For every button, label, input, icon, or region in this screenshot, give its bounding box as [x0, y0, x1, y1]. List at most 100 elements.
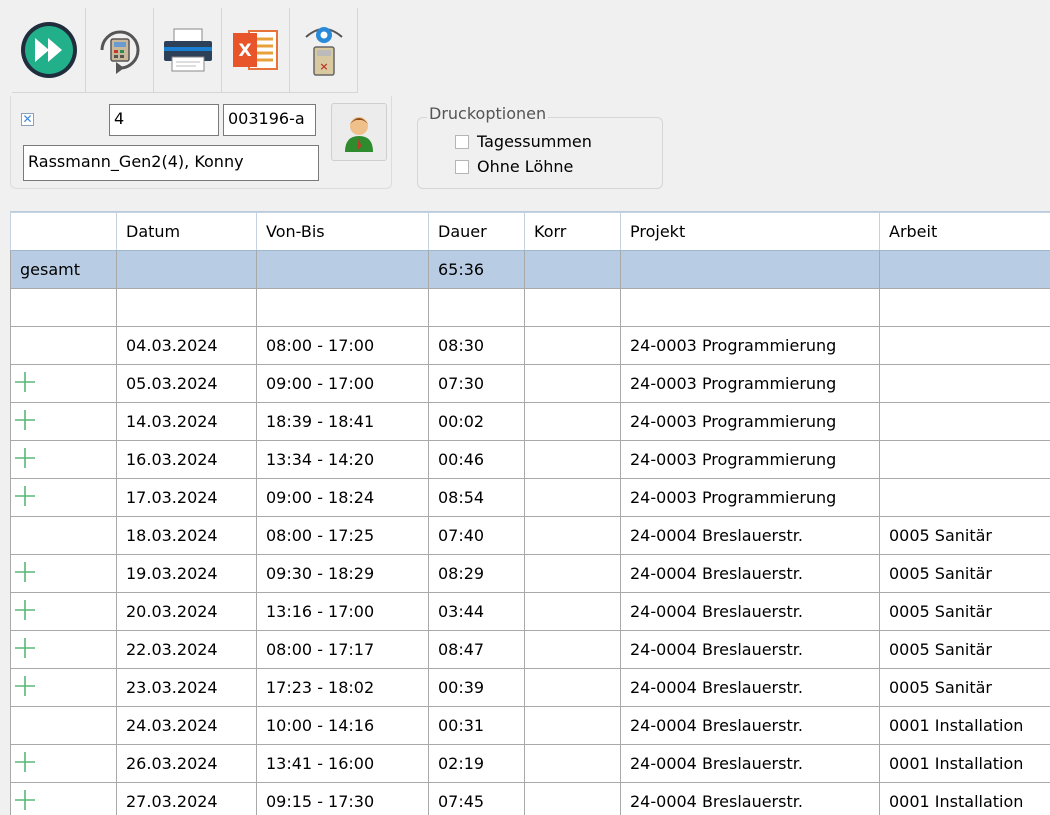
- table-row[interactable]: 04.03.202408:00 - 17:0008:3024-0003 Prog…: [11, 327, 1050, 365]
- cell-datum: 17.03.2024: [117, 479, 257, 517]
- employee-field[interactable]: Rassmann_Gen2(4), Konny: [23, 145, 319, 181]
- column-header-datum[interactable]: Datum: [117, 213, 257, 251]
- plus-icon[interactable]: [14, 789, 36, 811]
- print-button[interactable]: [154, 8, 222, 93]
- cell-von-bis: 17:23 - 18:02: [257, 669, 429, 707]
- table-cell: [621, 289, 880, 327]
- cell-datum: 16.03.2024: [117, 441, 257, 479]
- cell-von-bis: 09:00 - 18:24: [257, 479, 429, 517]
- cell-korr: [525, 783, 621, 815]
- cell-projekt: 24-0003 Programmierung: [621, 479, 880, 517]
- column-header-projekt[interactable]: Projekt: [621, 213, 880, 251]
- table-row[interactable]: 18.03.202408:00 - 17:2507:4024-0004 Bres…: [11, 517, 1050, 555]
- plus-icon[interactable]: [14, 675, 36, 697]
- cell-projekt: 24-0004 Breslauerstr.: [621, 783, 880, 815]
- daily-totals-option[interactable]: Tagessummen: [455, 132, 592, 151]
- total-label: gesamt: [11, 251, 117, 289]
- plus-icon[interactable]: [14, 637, 36, 659]
- cell-datum: 19.03.2024: [117, 555, 257, 593]
- recalculate-button[interactable]: [86, 8, 154, 93]
- time-entries-grid[interactable]: Datum Von-Bis Dauer Korr Projekt Arbeit …: [10, 211, 1050, 815]
- cell-projekt: 24-0003 Programmierung: [621, 441, 880, 479]
- plus-icon[interactable]: [14, 561, 36, 583]
- table-cell: [11, 289, 117, 327]
- filter-checkbox[interactable]: ✕: [21, 113, 34, 126]
- cell-korr: [525, 517, 621, 555]
- plus-icon[interactable]: [14, 599, 36, 621]
- cell-dauer: 07:45: [429, 783, 525, 815]
- table-row[interactable]: 22.03.202408:00 - 17:1708:4724-0004 Bres…: [11, 631, 1050, 669]
- table-header-row: Datum Von-Bis Dauer Korr Projekt Arbeit: [11, 213, 1050, 251]
- cell-arbeit: 0001 Installation: [880, 707, 1050, 745]
- cell-arbeit: [880, 441, 1050, 479]
- run-button[interactable]: [12, 8, 86, 93]
- column-header-korr[interactable]: Korr: [525, 213, 621, 251]
- table-row[interactable]: 14.03.202418:39 - 18:4100:0224-0003 Prog…: [11, 403, 1050, 441]
- table-cell: [525, 251, 621, 289]
- print-options-group: [417, 117, 663, 189]
- column-header-von-bis[interactable]: Von-Bis: [257, 213, 429, 251]
- row-marker-cell: [11, 441, 117, 479]
- plus-icon[interactable]: [14, 485, 36, 507]
- cell-arbeit: [880, 479, 1050, 517]
- row-marker-cell: [11, 365, 117, 403]
- plus-icon[interactable]: [14, 447, 36, 469]
- cell-datum: 18.03.2024: [117, 517, 257, 555]
- table-row[interactable]: 20.03.202413:16 - 17:0003:4424-0004 Bres…: [11, 593, 1050, 631]
- without-wages-checkbox[interactable]: [455, 160, 469, 174]
- row-marker-cell: [11, 745, 117, 783]
- cell-von-bis: 09:30 - 18:29: [257, 555, 429, 593]
- code-input[interactable]: 003196-a: [223, 104, 316, 136]
- cell-von-bis: 18:39 - 18:41: [257, 403, 429, 441]
- cell-dauer: 00:02: [429, 403, 525, 441]
- excel-export-button[interactable]: X: [222, 8, 290, 93]
- empty-row[interactable]: [11, 289, 1050, 327]
- table-row[interactable]: 17.03.202409:00 - 18:2408:5424-0003 Prog…: [11, 479, 1050, 517]
- plus-icon[interactable]: [14, 409, 36, 431]
- table-cell: [257, 289, 429, 327]
- row-marker-cell: [11, 327, 117, 365]
- table-row[interactable]: 05.03.202409:00 - 17:0007:3024-0003 Prog…: [11, 365, 1050, 403]
- table-row[interactable]: 16.03.202413:34 - 14:2000:4624-0003 Prog…: [11, 441, 1050, 479]
- without-wages-option[interactable]: Ohne Löhne: [455, 157, 573, 176]
- row-marker-cell: [11, 631, 117, 669]
- table-cell: [621, 251, 880, 289]
- select-employee-button[interactable]: [331, 103, 387, 161]
- preview-button[interactable]: ×: [290, 8, 358, 93]
- row-marker-cell: [11, 783, 117, 815]
- table-row[interactable]: 19.03.202409:30 - 18:2908:2924-0004 Bres…: [11, 555, 1050, 593]
- user-icon: [343, 112, 375, 152]
- column-header-arbeit[interactable]: Arbeit: [880, 213, 1050, 251]
- cell-von-bis: 13:16 - 17:00: [257, 593, 429, 631]
- svg-text:X: X: [238, 41, 251, 61]
- cell-von-bis: 09:00 - 17:00: [257, 365, 429, 403]
- cell-datum: 22.03.2024: [117, 631, 257, 669]
- table-row[interactable]: 23.03.202417:23 - 18:0200:3924-0004 Bres…: [11, 669, 1050, 707]
- daily-totals-checkbox[interactable]: [455, 135, 469, 149]
- plus-icon[interactable]: [14, 751, 36, 773]
- total-row[interactable]: gesamt 65:36: [11, 251, 1050, 289]
- cell-datum: 05.03.2024: [117, 365, 257, 403]
- table-row[interactable]: 26.03.202413:41 - 16:0002:1924-0004 Bres…: [11, 745, 1050, 783]
- cell-datum: 24.03.2024: [117, 707, 257, 745]
- cell-datum: 27.03.2024: [117, 783, 257, 815]
- column-header[interactable]: [11, 213, 117, 251]
- table-cell: [257, 251, 429, 289]
- number-input[interactable]: 4: [109, 104, 219, 136]
- cell-arbeit: [880, 365, 1050, 403]
- table-row[interactable]: 24.03.202410:00 - 14:1600:3124-0004 Bres…: [11, 707, 1050, 745]
- row-marker-cell: [11, 669, 117, 707]
- table-row[interactable]: 27.03.202409:15 - 17:3007:4524-0004 Bres…: [11, 783, 1050, 815]
- table-cell: [525, 289, 621, 327]
- row-marker-cell: [11, 403, 117, 441]
- cell-datum: 14.03.2024: [117, 403, 257, 441]
- cell-datum: 26.03.2024: [117, 745, 257, 783]
- cell-projekt: 24-0004 Breslauerstr.: [621, 745, 880, 783]
- without-wages-label: Ohne Löhne: [477, 157, 573, 176]
- cell-korr: [525, 441, 621, 479]
- column-header-dauer[interactable]: Dauer: [429, 213, 525, 251]
- cell-projekt: 24-0004 Breslauerstr.: [621, 707, 880, 745]
- cell-von-bis: 10:00 - 14:16: [257, 707, 429, 745]
- refresh-calculator-icon: [92, 22, 148, 78]
- plus-icon[interactable]: [14, 371, 36, 393]
